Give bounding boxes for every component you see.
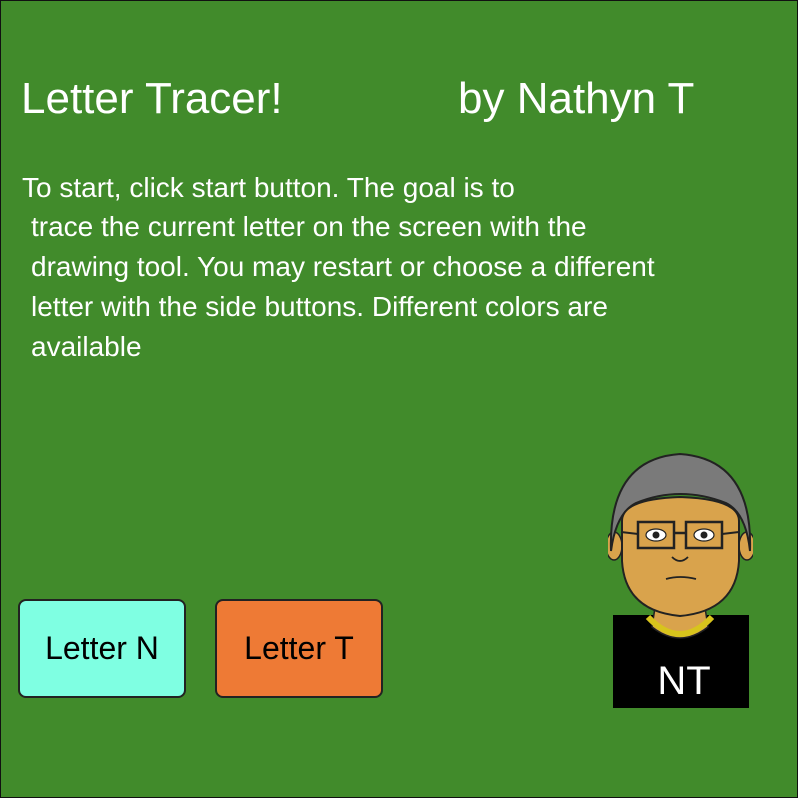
instruction-line: letter with the side buttons. Different … [31,291,608,322]
game-title: Letter Tracer! [21,74,283,123]
avatar-initials: NT [657,659,710,703]
avatar: NT [608,452,753,708]
letter-n-button[interactable]: Letter N [18,599,186,698]
instruction-line: trace the current letter on the screen w… [31,211,587,242]
instruction-line: available [31,331,142,362]
instruction-line: To start, click start button. The goal i… [22,172,515,203]
author-byline: by Nathyn T [458,74,695,123]
letter-n-button-label: Letter N [45,630,159,666]
letter-t-button-label: Letter T [244,630,354,666]
letter-t-button[interactable]: Letter T [215,599,383,698]
instruction-line: drawing tool. You may restart or choose … [31,251,655,282]
game-canvas[interactable]: Letter Tracer! by Nathyn T To start, cli… [0,0,798,798]
avatar-face [621,495,740,618]
